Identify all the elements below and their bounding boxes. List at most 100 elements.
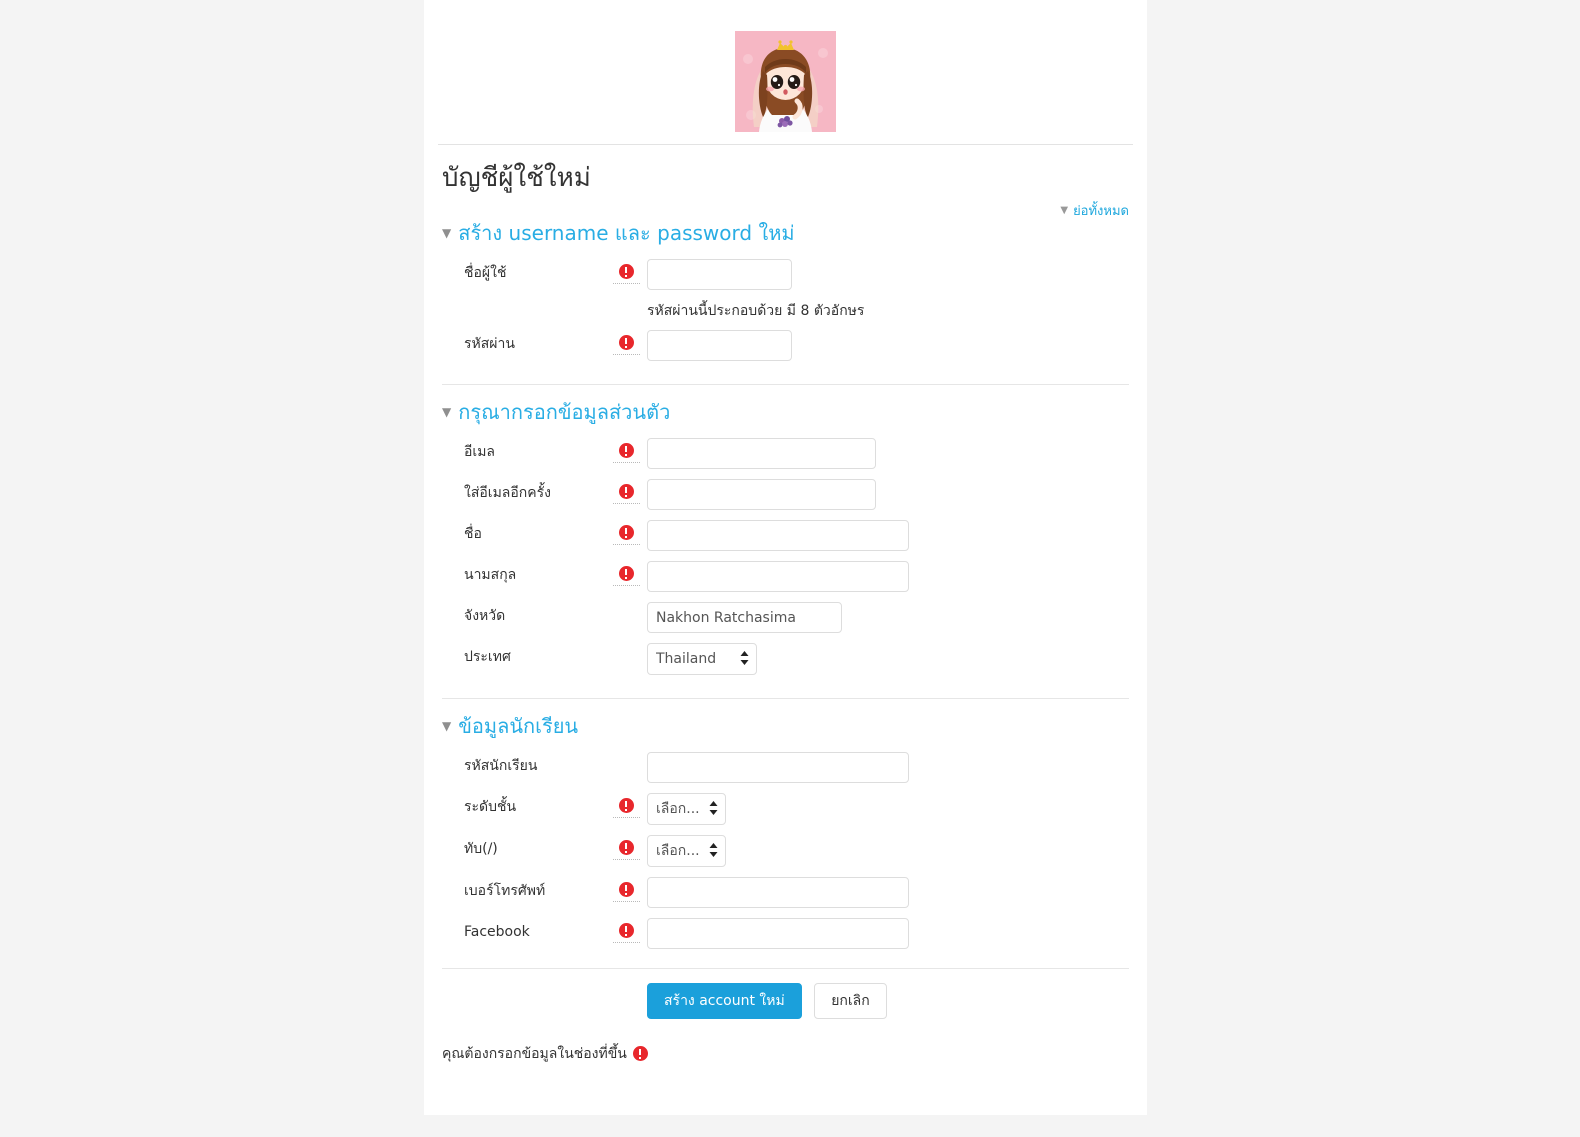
required-marker[interactable] <box>612 839 640 860</box>
hint-spacer <box>442 301 647 321</box>
form-actions: สร้าง account ใหม่ ยกเลิก <box>442 969 1129 1019</box>
label-lastname: นามสกุล <box>464 567 517 583</box>
section-student-legend[interactable]: ▼ ข้อมูลนักเรียน <box>442 713 1129 747</box>
username-input[interactable] <box>647 259 792 290</box>
required-cell-country <box>605 643 647 647</box>
grade-select[interactable]: เลือก... <box>647 793 726 825</box>
field-row-facebook: Facebook <box>442 913 1129 954</box>
country-select-wrap: Thailand <box>647 643 757 675</box>
page-background: บัญชีผู้ใช้ใหม่ ▼ ย่อทั้งหมด ▼ สร้าง usern… <box>0 0 1580 1137</box>
field-row-username: ชื่อผู้ใช้ <box>442 254 1129 295</box>
label-email: อีเมล <box>464 444 496 460</box>
required-cell-username <box>605 259 647 284</box>
email-input[interactable] <box>647 438 876 469</box>
required-fields-note-text: คุณต้องกรอกข้อมูลในช่องที่ขึ้น <box>442 1046 627 1062</box>
site-logo-icon <box>735 31 836 132</box>
city-input[interactable] <box>647 602 842 633</box>
field-row-city: จังหวัด <box>442 597 1129 638</box>
exclamation-icon <box>618 525 634 540</box>
password-input[interactable] <box>647 330 792 361</box>
exclamation-icon <box>632 1046 648 1061</box>
exclamation-icon <box>618 484 634 499</box>
required-marker[interactable] <box>612 922 640 943</box>
required-marker[interactable] <box>612 524 640 545</box>
field-phone <box>647 877 1129 908</box>
room-select-wrap: เลือก... <box>647 835 726 867</box>
exclamation-icon <box>618 840 634 855</box>
required-cell-city <box>605 602 647 606</box>
required-marker[interactable] <box>612 797 640 818</box>
label-firstname: ชื่อ <box>464 526 482 542</box>
exclamation-icon <box>618 882 634 897</box>
field-row-country: ประเทศ Thailand <box>442 638 1129 680</box>
student-id-input[interactable] <box>647 752 909 783</box>
collapse-all-link[interactable]: ▼ ย่อทั้งหมด <box>1060 204 1129 220</box>
required-cell-facebook <box>605 918 647 943</box>
required-marker[interactable] <box>612 442 640 463</box>
grade-select-wrap: เลือก... <box>647 793 726 825</box>
section-student-legend-label: ข้อมูลนักเรียน <box>458 714 579 738</box>
signup-form: ▼ สร้าง username และ password ใหม่ ชื่อผู… <box>424 220 1147 1019</box>
field-username <box>647 259 1129 290</box>
cancel-button[interactable]: ยกเลิก <box>814 983 887 1019</box>
field-row-firstname: ชื่อ <box>442 515 1129 556</box>
password-hint-text: รหัสผ่านนี้ประกอบด้วย มี 8 ตัวอักษร <box>647 303 865 319</box>
field-row-student-id: รหัสนักเรียน <box>442 747 1129 788</box>
required-cell-room <box>605 835 647 860</box>
label-phone: เบอร์โทรศัพท์ <box>464 883 546 899</box>
field-facebook <box>647 918 1129 949</box>
required-cell-password <box>605 330 647 355</box>
field-country: Thailand <box>647 643 1129 675</box>
label-room: ทับ(/) <box>464 841 498 857</box>
room-select[interactable]: เลือก... <box>647 835 726 867</box>
collapse-all-row: ▼ ย่อทั้งหมด <box>424 194 1147 220</box>
field-row-grade: ระดับชั้น เลือก... <box>442 788 1129 830</box>
label-password: รหัสผ่าน <box>464 336 515 352</box>
field-password <box>647 330 1129 361</box>
actions-spacer <box>442 983 647 1019</box>
section-student: ▼ ข้อมูลนักเรียน รหัสนักเรียน ระดับชั้น <box>442 698 1129 954</box>
create-account-button[interactable]: สร้าง account ใหม่ <box>647 983 802 1019</box>
facebook-input[interactable] <box>647 918 909 949</box>
field-row-lastname: นามสกุล <box>442 556 1129 597</box>
password-hint-row: รหัสผ่านนี้ประกอบด้วย มี 8 ตัวอักษร <box>442 295 1129 325</box>
label-username: ชื่อผู้ใช้ <box>464 265 507 281</box>
chevron-down-icon: ▼ <box>1060 205 1069 216</box>
email-confirm-input[interactable] <box>647 479 876 510</box>
required-cell-student-id <box>605 752 647 756</box>
required-fields-note: คุณต้องกรอกข้อมูลในช่องที่ขึ้น <box>424 1019 1147 1064</box>
exclamation-icon <box>618 798 634 813</box>
label-facebook: Facebook <box>464 924 530 940</box>
field-row-email-confirm: ใส่อีเมลอีกครั้ง <box>442 474 1129 515</box>
required-cell-lastname <box>605 561 647 586</box>
required-marker[interactable] <box>612 334 640 355</box>
section-personal-legend[interactable]: ▼ กรุณากรอกข้อมูลส่วนตัว <box>442 399 1129 433</box>
field-row-room: ทับ(/) เลือก... <box>442 830 1129 872</box>
field-grade: เลือก... <box>647 793 1129 825</box>
required-marker[interactable] <box>612 565 640 586</box>
section-credentials-legend[interactable]: ▼ สร้าง username และ password ใหม่ <box>442 220 1129 254</box>
actions-buttons: สร้าง account ใหม่ ยกเลิก <box>647 983 887 1019</box>
section-credentials-legend-label: สร้าง username และ password ใหม่ <box>458 221 795 245</box>
exclamation-icon <box>618 335 634 350</box>
lastname-input[interactable] <box>647 561 909 592</box>
field-room: เลือก... <box>647 835 1129 867</box>
required-cell-firstname <box>605 520 647 545</box>
content-card: บัญชีผู้ใช้ใหม่ ▼ ย่อทั้งหมด ▼ สร้าง usern… <box>424 0 1147 1115</box>
required-cell-email-confirm <box>605 479 647 504</box>
firstname-input[interactable] <box>647 520 909 551</box>
label-country: ประเทศ <box>464 649 511 665</box>
required-marker[interactable] <box>612 881 640 902</box>
exclamation-icon <box>618 566 634 581</box>
collapse-all-label: ย่อทั้งหมด <box>1073 204 1129 219</box>
country-select[interactable]: Thailand <box>647 643 757 675</box>
label-city: จังหวัด <box>464 608 506 624</box>
required-marker[interactable] <box>612 483 640 504</box>
phone-input[interactable] <box>647 877 909 908</box>
field-firstname <box>647 520 1129 551</box>
required-marker[interactable] <box>612 263 640 284</box>
field-city <box>647 602 1129 633</box>
field-email <box>647 438 1129 469</box>
section-toggle-icon: ▼ <box>442 719 452 733</box>
label-student-id: รหัสนักเรียน <box>464 758 538 774</box>
